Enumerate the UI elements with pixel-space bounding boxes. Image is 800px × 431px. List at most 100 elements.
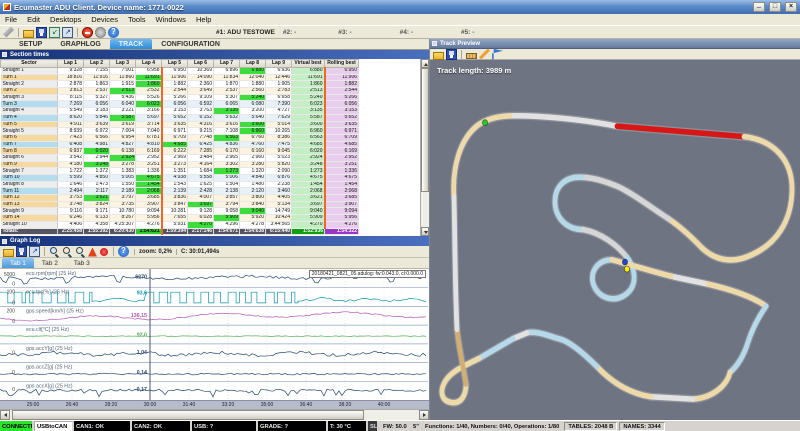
virtual-best-cell: 9:040 [292, 208, 325, 215]
scroll-thumb[interactable] [12, 410, 364, 420]
minimize-icon[interactable] [753, 2, 765, 12]
table-row[interactable]: Turn 37:2696:0566:0406:0236:0566:5926:06… [1, 101, 359, 108]
scroll-thumb[interactable] [421, 68, 429, 192]
tab-setup[interactable]: SETUP [10, 39, 51, 49]
scroll-down-icon[interactable] [421, 227, 429, 236]
column-header[interactable]: Lap 8 [240, 60, 266, 68]
graph-tab-tab1[interactable]: Tab 1 [2, 258, 34, 268]
table-row[interactable]: Turn 54:9113:6393:6193:7143:6354:3163:61… [1, 121, 359, 128]
save-icon[interactable] [446, 49, 457, 60]
open-icon[interactable] [433, 52, 444, 60]
zoom-fit-icon[interactable] [75, 246, 86, 257]
device-slot-5[interactable]: #5: - [461, 29, 474, 36]
scroll-track[interactable] [421, 68, 429, 227]
graph-tab-tab3[interactable]: Tab 3 [66, 258, 98, 268]
table-row[interactable]: Turn 112:4942:1172:1892:0682:1392:4282:1… [1, 188, 359, 195]
table-row[interactable]: Straight 38:1155:3275:4365:5265:2669:109… [1, 94, 359, 101]
menu-help[interactable]: Help [191, 15, 216, 24]
rolling-best-cell: 3:251 [325, 161, 359, 168]
table-row[interactable]: Turn 94:1803:2483:2783:2513:2734:1643:30… [1, 161, 359, 168]
graph-canvas[interactable]: ecu.rpm[rpm] (25 Hz)500006270ecu.tps[%] … [0, 269, 428, 400]
table-row[interactable]: Straight 63:5422:9442:9242:9522:9693:484… [1, 154, 359, 161]
device-slot-4[interactable]: #4: - [400, 29, 413, 36]
time-cell: 5:023 [266, 154, 292, 161]
close-icon[interactable] [785, 2, 797, 12]
table-row[interactable]: Straight 104:4064:3584:25:3074:2765:9314… [1, 221, 359, 228]
export-icon[interactable] [62, 27, 73, 38]
pencil-icon[interactable] [479, 49, 490, 60]
open-icon[interactable] [3, 249, 14, 257]
save-icon[interactable] [16, 246, 27, 257]
scroll-right-icon[interactable] [419, 410, 429, 420]
column-header[interactable]: Lap 6 [188, 60, 214, 68]
marker-icon[interactable] [88, 248, 97, 257]
column-header[interactable]: Lap 3 [110, 60, 136, 68]
scroll-track[interactable] [10, 410, 419, 420]
stop-icon[interactable] [82, 27, 93, 38]
column-header[interactable]: Lap 9 [266, 60, 292, 68]
zoom-in-icon[interactable] [49, 246, 60, 257]
column-header[interactable]: Sector [1, 60, 58, 68]
menu-devices[interactable]: Devices [86, 15, 123, 24]
table-row[interactable]: Turn 48:6205:8465:5875:6975:6526:1525:63… [1, 114, 359, 121]
table-row[interactable]: Turn 67:4236:5666:9546:7816:7097:7486:56… [1, 134, 359, 141]
table-row[interactable]: Turn 146:2466:1338:2675:9567:6556:0285:9… [1, 215, 359, 222]
menu-edit[interactable]: Edit [22, 15, 45, 24]
device-slot-1[interactable]: #1: ADU TESTOWE [216, 29, 275, 36]
settings-icon[interactable] [95, 27, 106, 38]
maximize-icon[interactable] [769, 2, 781, 12]
time-cell: 3:619 [110, 121, 136, 128]
help-icon[interactable] [108, 27, 119, 38]
graph-tab-tab2[interactable]: Tab 2 [34, 258, 66, 268]
column-header[interactable]: Lap 4 [136, 60, 162, 68]
zoom-out-icon[interactable] [62, 246, 73, 257]
table-row[interactable]: Turn 105:5994:8505:0054:6754:9385:5585:0… [1, 175, 359, 182]
column-header[interactable]: Lap 5 [162, 60, 188, 68]
table-row[interactable]: Straight 45:5493:1833:2213:1663:1533:763… [1, 108, 359, 115]
menu-file[interactable]: File [0, 15, 22, 24]
sector-name-cell: Straight 4 [1, 108, 58, 115]
menu-desktops[interactable]: Desktops [45, 15, 86, 24]
help-icon[interactable] [118, 246, 129, 257]
menu-tools[interactable]: Tools [123, 15, 151, 24]
scroll-left-icon[interactable] [0, 410, 10, 420]
tab-graphlog[interactable]: GRAPHLOG [51, 39, 109, 49]
column-header[interactable]: Rolling best [325, 60, 359, 68]
tab-track[interactable]: TRACK [110, 39, 153, 49]
export-icon[interactable] [29, 246, 40, 257]
open-icon[interactable] [23, 30, 34, 38]
table-row[interactable]: Straight 81:6461:4731:5501:4541:5431:625… [1, 181, 359, 188]
table-row[interactable]: Turn 123:7533:6213:7973:6853:8364:0073:8… [1, 195, 359, 202]
virtual-best-cell: 3:621 [292, 195, 325, 202]
device-slot-3[interactable]: #3: - [338, 29, 351, 36]
flag-icon[interactable] [492, 49, 503, 60]
table-row[interactable]: Straight 22:8781:8631:9151:8601:8822:360… [1, 81, 359, 88]
scroll-up-icon[interactable] [421, 59, 429, 68]
record-icon[interactable] [100, 248, 108, 256]
column-header[interactable]: Virtual best [292, 60, 325, 68]
save-icon[interactable] [36, 27, 47, 38]
table-row[interactable]: Straight 71:7221:3721:3831:3361:3511:684… [1, 168, 359, 175]
column-header[interactable]: Lap 2 [84, 60, 110, 68]
x-tick: 40:00 [373, 402, 395, 408]
column-header[interactable]: Lap 7 [214, 60, 240, 68]
table-row[interactable]: Turn 23:8132:5372:5132:5322:5443:6492:53… [1, 88, 359, 95]
table-row[interactable]: Turn 86:9376:0206:1386:1696:2227:2856:17… [1, 148, 359, 155]
rolling-best-cell: 2:544 [325, 88, 359, 95]
tab-configuration[interactable]: CONFIGURATION [152, 39, 229, 49]
table-row[interactable]: Straight 99:1169:17110:7809:09410:2819:1… [1, 208, 359, 215]
tool-icon[interactable] [3, 27, 14, 38]
import-icon[interactable] [49, 27, 60, 38]
virtual-best-cell: 1:273 [292, 168, 325, 175]
ruler-icon[interactable] [466, 53, 477, 59]
device-slot-2[interactable]: #2: - [283, 29, 296, 36]
table-vertical-scrollbar[interactable] [420, 59, 429, 236]
table-row[interactable]: Straight 19:3287:1557:0016:9586:95010:36… [1, 68, 359, 75]
table-row[interactable]: Straight 58:9396:9727:0047:0406:9719:215… [1, 128, 359, 135]
table-row[interactable]: Turn 118:81611:91611:86011:69111:90614:0… [1, 74, 359, 81]
column-header[interactable]: Lap 1 [58, 60, 84, 68]
menu-windows[interactable]: Windows [151, 15, 191, 24]
graph-horizontal-scrollbar[interactable] [0, 409, 429, 420]
table-row[interactable]: Turn 76:4084:9814:8274:8104:6856:4254:83… [1, 141, 359, 148]
table-row[interactable]: Turn 133:7483:8243:7353:9073:8473:6973:7… [1, 201, 359, 208]
